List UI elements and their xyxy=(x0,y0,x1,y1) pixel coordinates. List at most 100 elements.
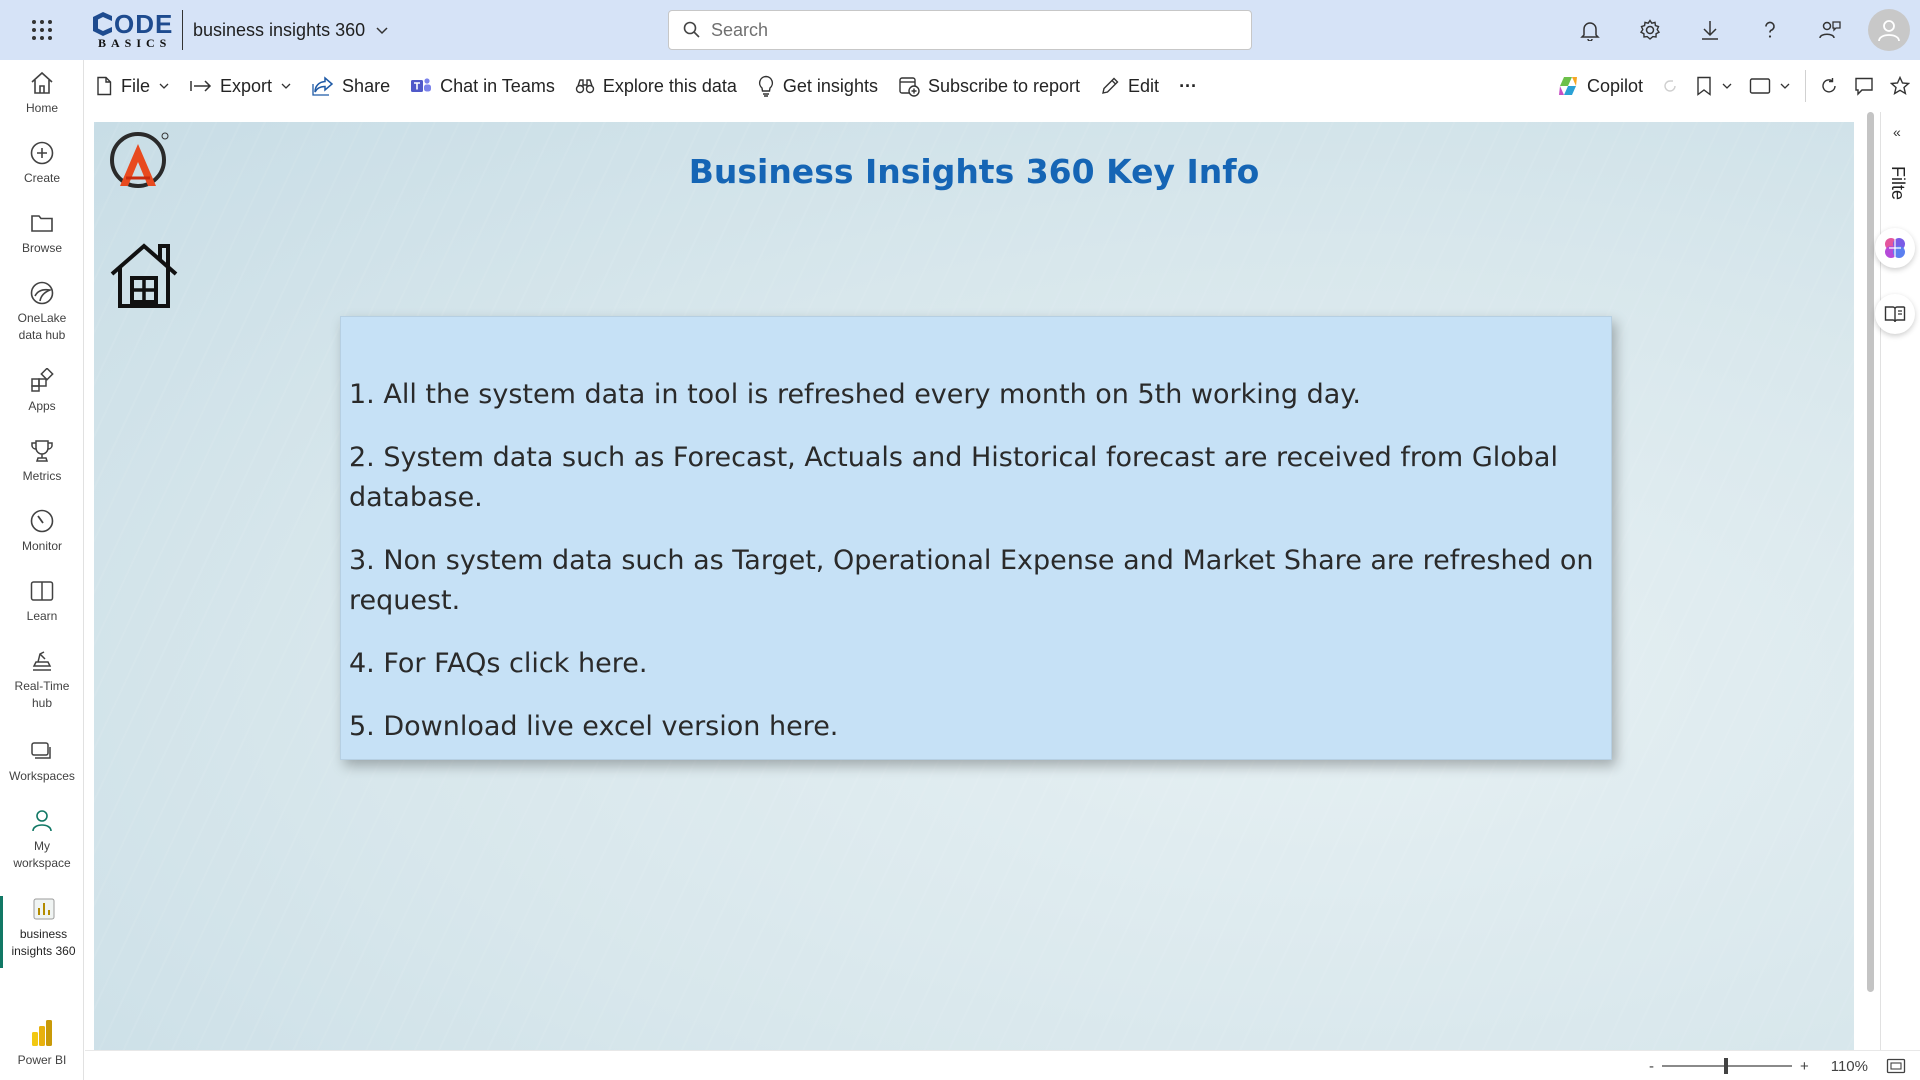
nav-power-bi[interactable]: Power BI xyxy=(0,1018,84,1069)
powerbi-icon xyxy=(32,1020,52,1046)
book-icon xyxy=(30,581,54,601)
zoom-slider[interactable] xyxy=(1661,1058,1792,1074)
share-button[interactable]: Share xyxy=(302,60,400,112)
person-icon xyxy=(1878,20,1900,42)
vertical-scrollbar[interactable] xyxy=(1864,112,1876,992)
home-page-icon[interactable] xyxy=(108,240,180,312)
chat-in-teams-label: Chat in Teams xyxy=(440,75,555,96)
nav-realtime-label: Real-Time hub xyxy=(14,679,70,710)
brand-line1: ODE xyxy=(114,9,174,39)
nav-home[interactable]: Home xyxy=(0,70,84,117)
export-menu[interactable]: Export xyxy=(180,60,302,112)
bookmark-icon xyxy=(1697,76,1711,96)
action-separator xyxy=(1805,70,1806,102)
export-label: Export xyxy=(220,75,273,96)
brain-icon xyxy=(1885,238,1905,258)
brand: ODE BASICS business insights 360 xyxy=(84,0,389,60)
notifications-icon[interactable] xyxy=(1560,0,1620,60)
report-icon xyxy=(33,898,54,920)
get-insights-button[interactable]: Get insights xyxy=(747,60,888,112)
nav-apps[interactable]: Apps xyxy=(0,368,84,415)
nav-monitor-label: Monitor xyxy=(21,539,62,553)
nav-power-bi-label: Power BI xyxy=(17,1053,67,1067)
file-icon xyxy=(97,76,112,96)
zoom-out-button[interactable]: - xyxy=(1649,1058,1654,1075)
explore-data-label: Explore this data xyxy=(602,75,737,96)
key-info-card: 1. All the system data in tool is refres… xyxy=(340,316,1612,760)
zoom-slider-thumb[interactable] xyxy=(1723,1058,1728,1074)
explore-data-button[interactable]: Explore this data xyxy=(565,60,747,112)
reading-view-button[interactable] xyxy=(1875,294,1915,334)
share-label: Share xyxy=(342,75,391,96)
codebasics-c-icon xyxy=(93,12,112,36)
workspaces-icon xyxy=(31,742,51,759)
refresh-button[interactable] xyxy=(1812,60,1846,112)
copilot-icon xyxy=(1558,77,1577,95)
person-icon xyxy=(32,810,52,832)
chevron-down-icon xyxy=(281,83,291,89)
zoom-control: - + 110% xyxy=(1649,1051,1906,1080)
nav-workspaces[interactable]: Workspaces xyxy=(0,738,84,785)
nav-onelake[interactable]: OneLake data hub xyxy=(0,280,84,344)
view-icon xyxy=(1749,78,1771,94)
file-menu[interactable]: File xyxy=(85,60,180,112)
reset-button[interactable] xyxy=(1653,60,1687,112)
edit-button[interactable]: Edit xyxy=(1090,60,1169,112)
chevron-down-icon xyxy=(376,27,388,35)
top-icons xyxy=(1560,0,1920,60)
search-input[interactable]: Search xyxy=(668,10,1252,50)
codebasics-logo[interactable]: ODE BASICS xyxy=(92,8,176,52)
edit-label: Edit xyxy=(1128,75,1160,96)
settings-icon[interactable] xyxy=(1620,0,1680,60)
fit-to-page-icon[interactable] xyxy=(1886,1058,1906,1074)
filters-label: Filte xyxy=(1888,166,1908,201)
collapse-pane-icon[interactable]: « xyxy=(1893,124,1901,140)
nav-my-workspace-label: My workspace xyxy=(13,839,71,870)
feedback-icon[interactable] xyxy=(1800,0,1860,60)
subscribe-button[interactable]: Subscribe to report xyxy=(888,60,1090,112)
app-launcher-icon[interactable] xyxy=(0,0,84,60)
realtime-icon xyxy=(32,651,52,671)
left-navigation: Home Create Browse OneLake data hub Apps… xyxy=(0,60,84,1080)
nav-learn[interactable]: Learn xyxy=(0,578,84,625)
filters-pane-tab[interactable]: Filte xyxy=(1887,166,1908,200)
nav-monitor[interactable]: Monitor xyxy=(0,508,84,555)
lightbulb-icon xyxy=(758,75,773,97)
zoom-in-button[interactable]: + xyxy=(1800,1058,1809,1075)
more-options-label: ··· xyxy=(1179,75,1198,96)
faq-link[interactable]: 4. For FAQs click here. xyxy=(349,644,1603,684)
nav-realtime-hub[interactable]: Real-Time hub xyxy=(0,648,84,712)
report-name-dropdown[interactable]: business insights 360 xyxy=(193,20,389,41)
nav-metrics-label: Metrics xyxy=(22,469,62,483)
subscribe-label: Subscribe to report xyxy=(927,75,1081,96)
book-open-icon xyxy=(1884,306,1906,323)
home-icon xyxy=(31,71,53,94)
download-excel-link[interactable]: 5. Download live excel version here. xyxy=(349,707,1603,747)
copilot-pane-button[interactable] xyxy=(1875,228,1915,268)
info-line-refresh: 1. All the system data in tool is refres… xyxy=(349,379,1362,410)
nav-metrics[interactable]: Metrics xyxy=(0,438,84,485)
nav-create[interactable]: Create xyxy=(0,140,84,187)
nav-browse[interactable]: Browse xyxy=(0,210,84,257)
account-avatar[interactable] xyxy=(1868,9,1910,51)
scrollbar-thumb[interactable] xyxy=(1867,112,1874,992)
view-menu[interactable] xyxy=(1741,60,1799,112)
copilot-label: Copilot xyxy=(1586,75,1643,96)
help-icon[interactable] xyxy=(1740,0,1800,60)
nav-my-workspace[interactable]: My workspace xyxy=(0,808,84,872)
action-bar: File Export Share Chat in Teams Explore … xyxy=(85,60,1920,112)
chat-in-teams-button[interactable]: Chat in Teams xyxy=(400,60,565,112)
more-options-button[interactable]: ··· xyxy=(1169,60,1207,112)
top-bar: ODE BASICS business insights 360 Search xyxy=(0,0,1920,60)
bookmark-menu[interactable] xyxy=(1687,60,1741,112)
comments-button[interactable] xyxy=(1846,60,1882,112)
copilot-button[interactable]: Copilot xyxy=(1547,60,1653,112)
nav-business-insights-label: business insights 360 xyxy=(11,927,76,958)
page-title: Business Insights 360 Key Info xyxy=(688,152,1260,191)
nav-business-insights-360[interactable]: business insights 360 xyxy=(0,896,84,968)
folder-icon xyxy=(31,215,53,232)
download-icon[interactable] xyxy=(1680,0,1740,60)
nav-home-label: Home xyxy=(25,101,58,115)
chevron-down-icon xyxy=(1780,83,1790,89)
favorite-button[interactable] xyxy=(1882,60,1920,112)
